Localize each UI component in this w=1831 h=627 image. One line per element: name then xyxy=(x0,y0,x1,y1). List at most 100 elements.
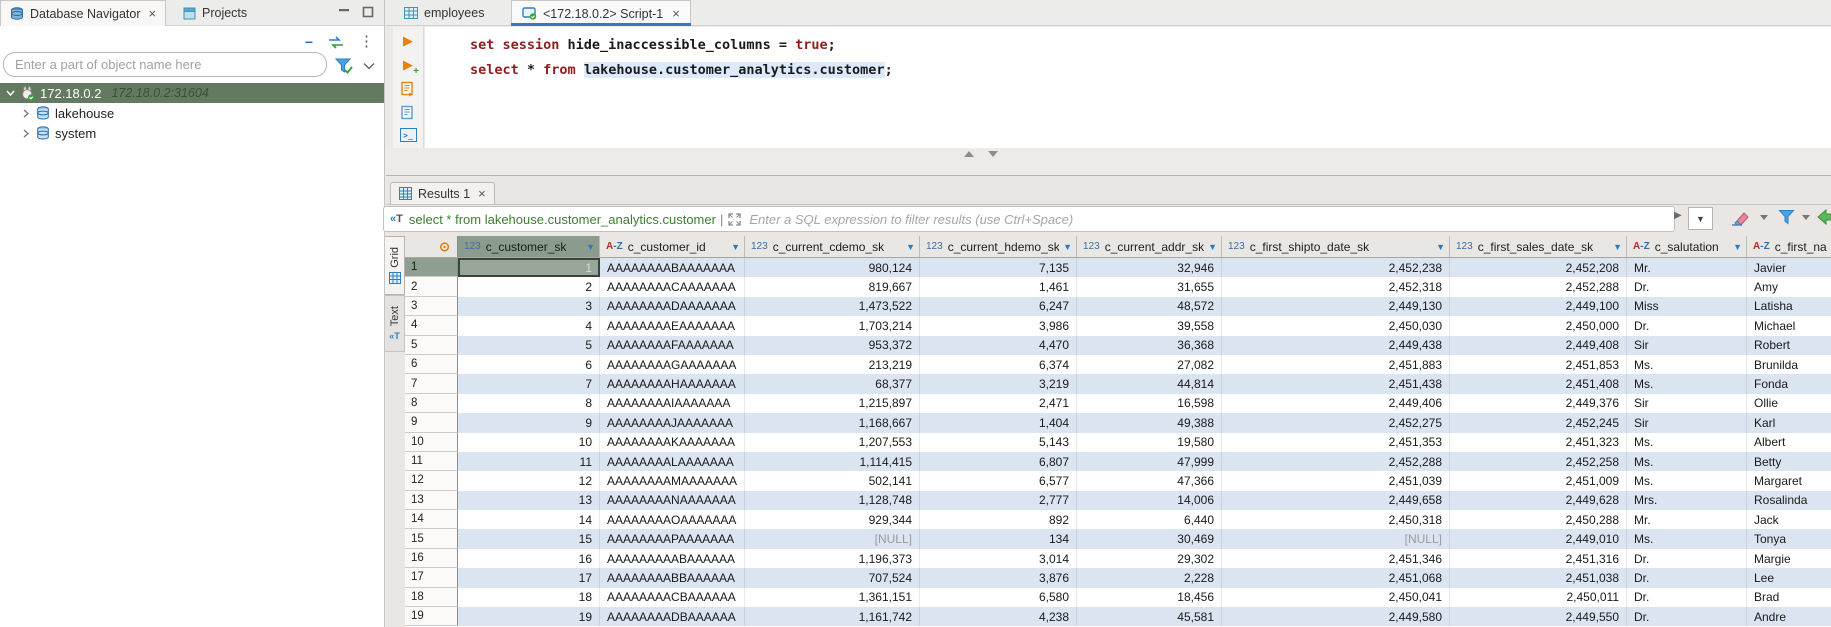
column-header-c_first_sales_date_sk[interactable]: 123c_first_sales_date_sk▼ xyxy=(1450,236,1627,257)
cell-c_first_na-row10[interactable]: Albert xyxy=(1747,433,1831,452)
cell-c_current_cdemo_sk-row4[interactable]: 1,703,214 xyxy=(745,316,920,335)
cell-c_current_addr_sk-row16[interactable]: 29,302 xyxy=(1077,549,1222,568)
chevron-down-icon[interactable] xyxy=(1760,215,1768,220)
tab-grid-view[interactable]: Grid xyxy=(385,236,405,295)
cell-c_customer_sk-row17[interactable]: 17 xyxy=(458,568,600,587)
cell-c_current_addr_sk-row2[interactable]: 31,655 xyxy=(1077,277,1222,296)
cell-c_first_sales_date_sk-row2[interactable]: 2,452,288 xyxy=(1450,277,1627,296)
cell-c_customer_sk-row12[interactable]: 12 xyxy=(458,471,600,490)
cell-c_first_sales_date_sk-row10[interactable]: 2,451,323 xyxy=(1450,433,1627,452)
cell-c_first_shipto_date_sk-row12[interactable]: 2,451,039 xyxy=(1222,471,1450,490)
cell-c_current_cdemo_sk-row16[interactable]: 1,196,373 xyxy=(745,549,920,568)
cell-c_first_sales_date_sk-row4[interactable]: 2,450,000 xyxy=(1450,316,1627,335)
tab-text-view[interactable]: Text «T xyxy=(385,295,405,352)
cell-c_current_addr_sk-row10[interactable]: 19,580 xyxy=(1077,433,1222,452)
cell-c_current_hdemo_sk-row9[interactable]: 1,404 xyxy=(920,413,1077,432)
cell-c_customer_sk-row11[interactable]: 11 xyxy=(458,452,600,471)
cell-c_current_hdemo_sk-row12[interactable]: 6,577 xyxy=(920,471,1077,490)
cell-c_salutation-row14[interactable]: Mr. xyxy=(1627,510,1747,529)
cell-c_salutation-row12[interactable]: Ms. xyxy=(1627,471,1747,490)
row-number-5[interactable]: 5 xyxy=(405,336,458,355)
chevron-down-icon[interactable] xyxy=(1802,215,1810,220)
cell-c_first_shipto_date_sk-row13[interactable]: 2,449,658 xyxy=(1222,491,1450,510)
cell-c_first_na-row13[interactable]: Rosalinda xyxy=(1747,491,1831,510)
cell-c_current_cdemo_sk-row13[interactable]: 1,128,748 xyxy=(745,491,920,510)
cell-c_current_hdemo_sk-row19[interactable]: 4,238 xyxy=(920,607,1077,626)
cell-c_current_addr_sk-row17[interactable]: 2,228 xyxy=(1077,568,1222,587)
cell-c_customer_sk-row10[interactable]: 10 xyxy=(458,433,600,452)
cell-c_salutation-row3[interactable]: Miss xyxy=(1627,297,1747,316)
column-header-c_salutation[interactable]: A-Zc_salutation▼ xyxy=(1627,236,1747,257)
object-search-input[interactable] xyxy=(3,52,327,77)
column-header-c_current_cdemo_sk[interactable]: 123c_current_cdemo_sk▼ xyxy=(745,236,920,257)
cell-c_first_shipto_date_sk-row7[interactable]: 2,451,438 xyxy=(1222,374,1450,393)
close-icon[interactable]: × xyxy=(478,186,486,201)
tab-employees[interactable]: employees xyxy=(394,0,494,26)
row-number-10[interactable]: 10 xyxy=(405,433,458,452)
cell-c_first_sales_date_sk-row7[interactable]: 2,451,408 xyxy=(1450,374,1627,393)
cell-c_current_hdemo_sk-row10[interactable]: 5,143 xyxy=(920,433,1077,452)
row-number-16[interactable]: 16 xyxy=(405,549,458,568)
cell-c_current_cdemo_sk-row17[interactable]: 707,524 xyxy=(745,568,920,587)
cell-c_current_addr_sk-row19[interactable]: 45,581 xyxy=(1077,607,1222,626)
cell-c_first_sales_date_sk-row13[interactable]: 2,449,628 xyxy=(1450,491,1627,510)
editor-results-splitter[interactable] xyxy=(386,148,1831,176)
cell-c_current_cdemo_sk-row11[interactable]: 1,114,415 xyxy=(745,452,920,471)
results-filter-bar[interactable]: «T select * from lakehouse.customer_anal… xyxy=(383,206,1675,232)
chevron-down-icon[interactable] xyxy=(363,62,375,70)
sort-dropdown-icon[interactable]: ▼ xyxy=(1063,242,1072,252)
cell-c_first_sales_date_sk-row12[interactable]: 2,451,009 xyxy=(1450,471,1627,490)
cell-c_customer_id-row8[interactable]: AAAAAAAAIAAAAAAA xyxy=(600,394,745,413)
cell-c_first_na-row14[interactable]: Jack xyxy=(1747,510,1831,529)
chevron-collapsed-icon[interactable] xyxy=(20,129,32,138)
cell-c_current_hdemo_sk-row6[interactable]: 6,374 xyxy=(920,355,1077,374)
cell-c_customer_sk-row2[interactable]: 2 xyxy=(458,277,600,296)
cell-c_first_sales_date_sk-row17[interactable]: 2,451,038 xyxy=(1450,568,1627,587)
cell-c_first_sales_date_sk-row14[interactable]: 2,450,288 xyxy=(1450,510,1627,529)
cell-c_customer_id-row13[interactable]: AAAAAAAANAAAAAAA xyxy=(600,491,745,510)
cell-c_first_sales_date_sk-row19[interactable]: 2,449,550 xyxy=(1450,607,1627,626)
cell-c_first_na-row5[interactable]: Robert xyxy=(1747,336,1831,355)
cell-c_customer_id-row1[interactable]: AAAAAAAABAAAAAAA xyxy=(600,258,745,277)
cell-c_salutation-row2[interactable]: Dr. xyxy=(1627,277,1747,296)
cell-c_customer_sk-row9[interactable]: 9 xyxy=(458,413,600,432)
cell-c_current_addr_sk-row8[interactable]: 16,598 xyxy=(1077,394,1222,413)
cell-c_salutation-row6[interactable]: Ms. xyxy=(1627,355,1747,374)
cell-c_current_addr_sk-row7[interactable]: 44,814 xyxy=(1077,374,1222,393)
cell-c_customer_id-row18[interactable]: AAAAAAAACBAAAAAA xyxy=(600,588,745,607)
cell-c_current_cdemo_sk-row1[interactable]: 980,124 xyxy=(745,258,920,277)
cell-c_first_sales_date_sk-row15[interactable]: 2,449,010 xyxy=(1450,529,1627,548)
cell-c_first_na-row15[interactable]: Tonya xyxy=(1747,529,1831,548)
row-number-12[interactable]: 12 xyxy=(405,471,458,490)
sash-collapse-down-icon[interactable] xyxy=(988,151,998,157)
cell-c_current_hdemo_sk-row2[interactable]: 1,461 xyxy=(920,277,1077,296)
cell-c_current_addr_sk-row14[interactable]: 6,440 xyxy=(1077,510,1222,529)
minimize-icon[interactable] xyxy=(338,6,350,18)
cell-c_current_hdemo_sk-row18[interactable]: 6,580 xyxy=(920,588,1077,607)
cell-c_first_na-row1[interactable]: Javier xyxy=(1747,258,1831,277)
chevron-collapsed-icon[interactable] xyxy=(20,109,32,118)
cell-c_first_shipto_date_sk-row8[interactable]: 2,449,406 xyxy=(1222,394,1450,413)
cell-c_salutation-row9[interactable]: Sir xyxy=(1627,413,1747,432)
cell-c_first_shipto_date_sk-row9[interactable]: 2,452,275 xyxy=(1222,413,1450,432)
cell-c_salutation-row5[interactable]: Sir xyxy=(1627,336,1747,355)
execute-script-alt-icon[interactable] xyxy=(399,104,417,122)
link-with-editor-icon[interactable] xyxy=(328,36,344,49)
cell-c_customer_sk-row7[interactable]: 7 xyxy=(458,374,600,393)
row-number-1[interactable]: 1 xyxy=(405,258,458,277)
row-number-18[interactable]: 18 xyxy=(405,588,458,607)
cell-c_customer_id-row5[interactable]: AAAAAAAAFAAAAAAA xyxy=(600,336,745,355)
cell-c_customer_id-row7[interactable]: AAAAAAAAHAAAAAAA xyxy=(600,374,745,393)
execute-new-tab-icon[interactable]: ▶+ xyxy=(399,56,417,74)
tree-item-system[interactable]: system xyxy=(0,123,384,143)
tab-database-navigator[interactable]: Database Navigator × xyxy=(0,0,166,26)
cell-c_first_sales_date_sk-row8[interactable]: 2,449,376 xyxy=(1450,394,1627,413)
cell-c_first_sales_date_sk-row3[interactable]: 2,449,100 xyxy=(1450,297,1627,316)
cell-c_customer_id-row14[interactable]: AAAAAAAAOAAAAAAA xyxy=(600,510,745,529)
cell-c_first_shipto_date_sk-row17[interactable]: 2,451,068 xyxy=(1222,568,1450,587)
menu-icon[interactable]: ⋮ xyxy=(359,35,374,49)
row-number-7[interactable]: 7 xyxy=(405,374,458,393)
sort-dropdown-icon[interactable]: ▼ xyxy=(906,242,915,252)
cell-c_current_addr_sk-row6[interactable]: 27,082 xyxy=(1077,355,1222,374)
filter-icon[interactable] xyxy=(334,57,354,75)
